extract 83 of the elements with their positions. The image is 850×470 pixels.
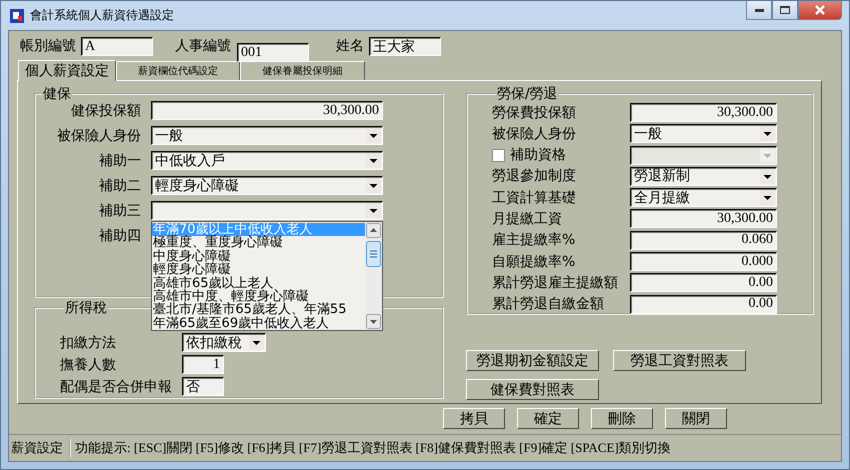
- caret-icon: [760, 148, 775, 163]
- dialog-button[interactable]: 勞退期初金額設定: [466, 350, 599, 371]
- dialog-button[interactable]: 關閉: [665, 408, 727, 429]
- window-title: 會計系統個人薪資待遇設定: [30, 7, 174, 24]
- field-label: 扣繳方法: [60, 334, 116, 352]
- field-label: 勞保費投保額: [492, 104, 577, 122]
- dropdown-option[interactable]: 極重度、重度身心障礙: [152, 236, 365, 250]
- number-field[interactable]: 1: [182, 355, 224, 374]
- dropdown-option[interactable]: 高雄市65歲以上老人: [152, 276, 365, 290]
- tab[interactable]: 個人薪資設定: [18, 60, 116, 81]
- status-mode: 薪資設定: [9, 439, 71, 457]
- field-label: 被保險人身份: [492, 124, 577, 143]
- group-title: 所得稅: [64, 301, 108, 315]
- status-hint: 功能提示: [ESC]關閉 [F5]修改 [F6]拷貝 [F7]勞退工資對照表 [F8]健保費對照表 [F9]確定 [SPACE]類別切換: [74, 439, 671, 457]
- maximize-icon: [780, 6, 790, 14]
- caret-icon: [366, 203, 381, 218]
- number-field[interactable]: 0.00: [630, 294, 777, 314]
- field-label: 帳別編號: [20, 37, 76, 55]
- caret-icon: [760, 190, 775, 206]
- app-icon: [10, 8, 24, 22]
- dialog-button[interactable]: 刪除: [591, 408, 653, 429]
- scroll-thumb[interactable]: [366, 241, 381, 267]
- caret-icon: [366, 153, 381, 168]
- dropdown-option[interactable]: 中度身心障礙: [152, 250, 365, 264]
- dialog-button[interactable]: 健保費對照表: [466, 379, 599, 400]
- caret-icon: [760, 126, 775, 142]
- dropdown-field[interactable]: 中低收入戶: [151, 151, 383, 170]
- dropdown-option[interactable]: 臺北市/基隆市65歲老人、年滿55: [152, 303, 365, 317]
- dropdown-field[interactable]: 勞退新制: [630, 166, 777, 186]
- minimize-button[interactable]: [746, 1, 772, 20]
- number-field[interactable]: 30,300.00: [630, 103, 777, 122]
- maximize-button[interactable]: [772, 1, 798, 20]
- dropdown-field[interactable]: 全月提繳: [630, 188, 777, 208]
- number-field[interactable]: 0.00: [630, 273, 777, 292]
- dropdown-option[interactable]: 高雄市中度、輕度身心障礙: [152, 290, 365, 304]
- text-field[interactable]: 否: [182, 377, 224, 396]
- field-label: 健保投保額: [70, 102, 141, 120]
- dialog-button[interactable]: 勞退工資對照表: [613, 350, 746, 371]
- group-title: 健保: [42, 87, 72, 101]
- checkbox-label: 補助資格: [510, 146, 566, 164]
- number-field[interactable]: 0.060: [630, 230, 777, 250]
- dropdown-field[interactable]: 一般: [630, 124, 777, 144]
- field-label: 自願提繳率%: [492, 252, 576, 271]
- field-label: 雇主提繳率%: [492, 231, 576, 250]
- dialog-button[interactable]: 確定: [517, 408, 579, 429]
- tab[interactable]: 薪資欄位代碼設定: [116, 61, 240, 80]
- close-button[interactable]: [798, 1, 842, 20]
- group-title: 勞保/勞退: [496, 87, 559, 101]
- field-label: 人事編號: [175, 37, 231, 55]
- field-label: 補助一: [98, 152, 141, 170]
- caret-icon: [366, 128, 381, 143]
- text-field[interactable]: A: [81, 37, 153, 56]
- text-field[interactable]: 王大家: [369, 37, 441, 56]
- dropdown-option[interactable]: 輕度身心障礙: [152, 263, 365, 277]
- field-label: 補助四: [98, 226, 141, 244]
- caret-icon: [249, 335, 264, 350]
- minimize-icon: [754, 8, 764, 12]
- number-field[interactable]: 30,300.00: [151, 101, 383, 120]
- number-field[interactable]: 30,300.00: [630, 209, 777, 228]
- scrollbar[interactable]: [365, 222, 382, 330]
- caret-icon: [760, 168, 775, 184]
- dropdown-field[interactable]: 依扣繳稅: [182, 333, 266, 352]
- field-label: 補助三: [98, 202, 141, 220]
- field-label: 勞退參加制度: [492, 167, 577, 186]
- field-label: 累計勞退雇主提繳額: [492, 274, 619, 292]
- field-label: 工資計算基礎: [492, 188, 577, 207]
- tab[interactable]: 健保眷屬投保明細: [240, 61, 365, 80]
- field-label: 配偶是否合併申報: [60, 378, 172, 396]
- dropdown-field[interactable]: 輕度身心障礙: [151, 176, 383, 195]
- number-field[interactable]: 0.000: [630, 252, 777, 272]
- text-field[interactable]: 001: [237, 43, 309, 62]
- field-label: 撫養人數: [60, 356, 116, 374]
- field-label: 姓名: [336, 37, 364, 55]
- field-label: 月提繳工資: [492, 210, 563, 228]
- dropdown-field[interactable]: 一般: [151, 126, 383, 145]
- dropdown-field[interactable]: [151, 201, 383, 220]
- dialog-button[interactable]: 拷貝: [443, 408, 505, 429]
- field-label: 被保險人身份: [56, 126, 141, 144]
- caret-icon: [366, 178, 381, 193]
- close-icon: [815, 5, 825, 15]
- field-label: 累計勞退自繳金額: [492, 295, 605, 314]
- field-label: 補助二: [98, 176, 141, 194]
- dropdown-option[interactable]: 年滿65歲至69歲中低收入老人: [152, 316, 365, 330]
